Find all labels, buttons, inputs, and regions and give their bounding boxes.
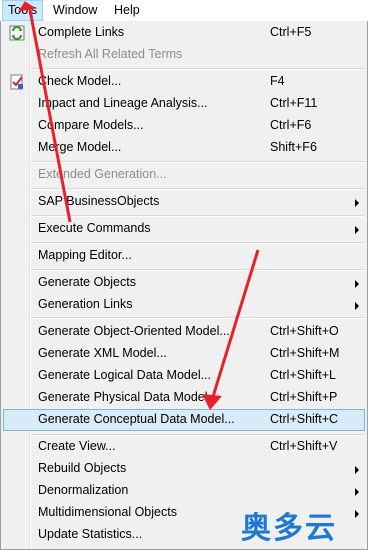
menu-item-shortcut: Ctrl+F11 <box>270 96 318 110</box>
menu-item-generate-oom[interactable]: Generate Object-Oriented Model... Ctrl+S… <box>3 321 365 343</box>
menu-item-generate-ldm[interactable]: Generate Logical Data Model... Ctrl+Shif… <box>3 365 365 387</box>
tools-dropdown-menu: Complete Links Ctrl+F5 Refresh All Relat… <box>0 21 368 550</box>
menu-tools[interactable]: Tools <box>2 0 44 21</box>
menu-item-label: Impact and Lineage Analysis... <box>38 96 208 110</box>
check-model-icon <box>9 74 25 90</box>
menu-help[interactable]: Help <box>109 0 145 20</box>
submenu-arrow-icon <box>355 280 359 288</box>
menu-item-label: Generate Objects <box>38 275 136 289</box>
menu-item-label: Generation Links <box>38 297 133 311</box>
menu-item-shortcut: Shift+F6 <box>270 140 317 154</box>
menu-item-execute-commands[interactable]: Execute Commands <box>3 218 365 240</box>
menu-separator <box>31 188 365 190</box>
menu-item-shortcut: Ctrl+Shift+C <box>270 412 339 426</box>
menu-item-shortcut: Ctrl+Shift+P <box>270 390 338 404</box>
menu-item-label: Complete Links <box>38 25 125 39</box>
menu-item-label: Update Statistics... <box>38 527 143 541</box>
menu-item-shortcut: F4 <box>270 74 285 88</box>
menu-item-label: Compare Models... <box>38 118 144 132</box>
menu-item-shortcut: Ctrl+F5 <box>270 25 312 39</box>
menu-item-sap-businessobjects[interactable]: SAP BusinessObjects <box>3 191 365 213</box>
menu-item-compare-models[interactable]: Compare Models... Ctrl+F6 <box>3 115 365 137</box>
menu-item-shortcut: Ctrl+Shift+L <box>270 368 337 382</box>
menu-separator <box>31 161 365 163</box>
menu-item-denormalization[interactable]: Denormalization <box>3 480 365 502</box>
menu-item-label: Create View... <box>38 439 116 453</box>
menu-item-label: Refresh All Related Terms <box>38 47 183 61</box>
menu-separator <box>31 317 365 319</box>
menu-item-label: Extended Generation... <box>38 167 167 181</box>
menu-item-label: Generate Conceptual Data Model... <box>38 412 235 426</box>
menu-item-create-view[interactable]: Create View... Ctrl+Shift+V <box>3 436 365 458</box>
menu-item-extended-generation: Extended Generation... <box>3 164 365 186</box>
menu-item-shortcut: Ctrl+Shift+M <box>270 346 340 360</box>
menu-item-shortcut: Ctrl+F6 <box>270 118 312 132</box>
menu-separator <box>31 68 365 70</box>
menu-item-label: Execute Commands <box>38 221 151 235</box>
submenu-arrow-icon <box>355 488 359 496</box>
menu-separator <box>31 215 365 217</box>
menu-item-label: Generate Physical Data Model... <box>38 390 218 404</box>
menu-bar: Tools Window Help <box>0 0 368 22</box>
menu-item-label: Check Model... <box>38 74 122 88</box>
menu-item-generate-xml[interactable]: Generate XML Model... Ctrl+Shift+M <box>3 343 365 365</box>
menu-item-rebuild-objects[interactable]: Rebuild Objects <box>3 458 365 480</box>
menu-item-label: Multidimensional Objects <box>38 505 177 519</box>
menu-item-label: SAP BusinessObjects <box>38 194 160 208</box>
submenu-arrow-icon <box>355 510 359 518</box>
submenu-arrow-icon <box>355 199 359 207</box>
menu-item-impact-lineage[interactable]: Impact and Lineage Analysis... Ctrl+F11 <box>3 93 365 115</box>
menu-item-generate-pdm[interactable]: Generate Physical Data Model... Ctrl+Shi… <box>3 387 365 409</box>
menu-item-label: Mapping Editor... <box>38 248 132 262</box>
menu-item-label: Generate Logical Data Model... <box>38 368 212 382</box>
menu-item-check-model[interactable]: Check Model... F4 <box>3 71 365 93</box>
menu-item-label: Merge Model... <box>38 140 122 154</box>
menu-item-label: Generate XML Model... <box>38 346 167 360</box>
menu-item-generate-cdm[interactable]: Generate Conceptual Data Model... Ctrl+S… <box>3 409 365 431</box>
submenu-arrow-icon <box>355 226 359 234</box>
menu-item-merge-model[interactable]: Merge Model... Shift+F6 <box>3 137 365 159</box>
menu-separator <box>31 269 365 271</box>
menu-item-mapping-editor[interactable]: Mapping Editor... <box>3 245 365 267</box>
menu-item-shortcut: Ctrl+Shift+V <box>270 439 338 453</box>
menu-item-complete-links[interactable]: Complete Links Ctrl+F5 <box>3 22 365 44</box>
refresh-links-icon <box>9 25 25 41</box>
menu-item-shortcut: Ctrl+Shift+O <box>270 324 339 338</box>
menu-item-refresh-related-terms: Refresh All Related Terms <box>3 44 365 66</box>
menu-item-generation-links[interactable]: Generation Links <box>3 294 365 316</box>
menu-item-generate-objects[interactable]: Generate Objects <box>3 272 365 294</box>
watermark-logo: 奥多云 <box>241 511 337 546</box>
menu-item-label: Generate Object-Oriented Model... <box>38 324 230 338</box>
menu-separator <box>31 242 365 244</box>
menu-item-label: Denormalization <box>38 483 129 497</box>
submenu-arrow-icon <box>355 302 359 310</box>
menu-window[interactable]: Window <box>48 0 102 20</box>
menu-item-label: Rebuild Objects <box>38 461 127 475</box>
submenu-arrow-icon <box>355 466 359 474</box>
